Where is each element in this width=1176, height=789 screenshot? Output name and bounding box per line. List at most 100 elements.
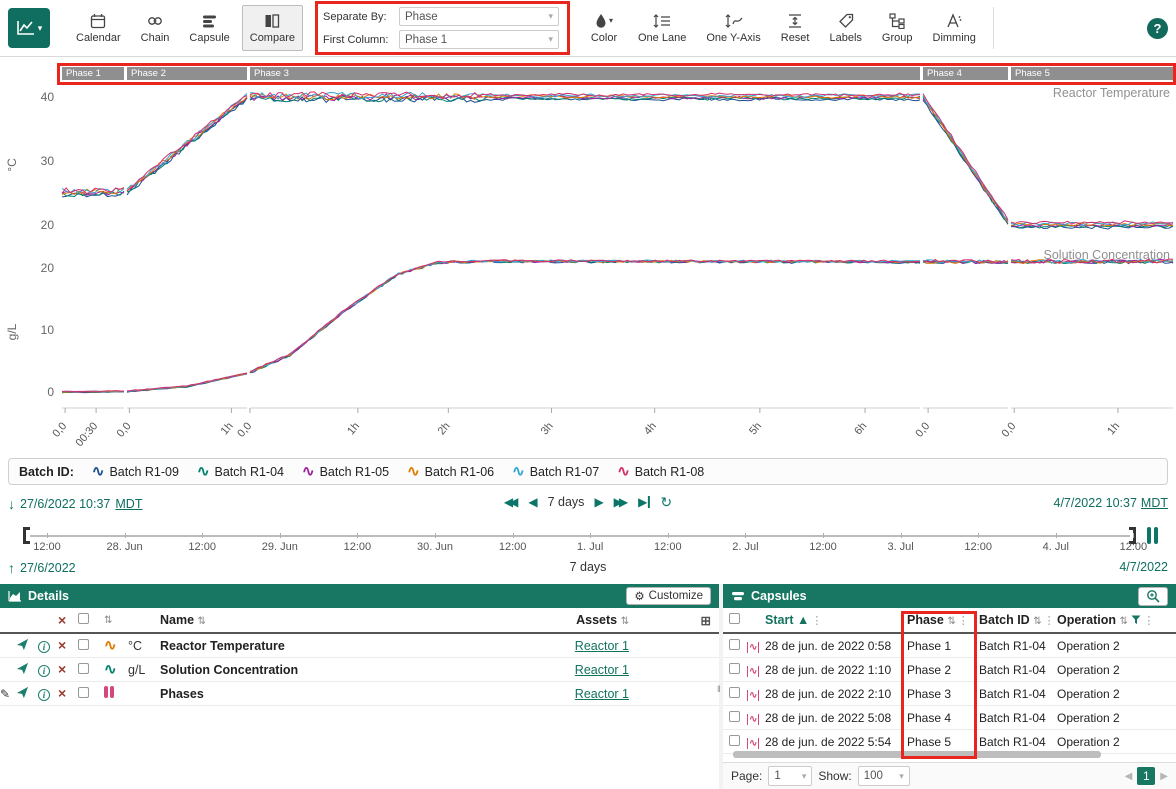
asset-link[interactable]: Reactor 1 (575, 639, 629, 653)
help-button[interactable]: ? (1147, 18, 1168, 39)
trend-chart[interactable]: Reactor TemperatureSolution Concentratio… (0, 85, 1176, 457)
capsule-checkbox[interactable] (729, 687, 740, 698)
row-checkbox[interactable] (78, 687, 89, 698)
operation-column-header[interactable]: Operation ⇅ ⋮ (1057, 613, 1176, 627)
send-icon[interactable] (16, 686, 29, 699)
step-back-fast-icon[interactable]: ◀◀ (504, 496, 518, 508)
assets-column-header[interactable]: Assets ⇅ (527, 613, 635, 627)
reset-button[interactable]: Reset (773, 5, 818, 51)
next-page-icon[interactable]: ▶ (1160, 771, 1168, 782)
start-column-header[interactable]: Start ▲⋮ (765, 613, 907, 627)
capsule-checkbox[interactable] (729, 663, 740, 674)
phase-chip-1[interactable]: Phase 1 (62, 67, 124, 80)
asset-link[interactable]: Reactor 1 (575, 663, 629, 677)
item-name: Solution Concentration (160, 663, 527, 677)
capsule-batch-id: Batch R1-04 (979, 687, 1057, 701)
timezone-link[interactable]: MDT (1141, 496, 1168, 510)
group-button[interactable]: Group (874, 5, 921, 51)
info-icon[interactable]: i (38, 689, 50, 701)
summary-end-date[interactable]: 4/7/2022 (1119, 560, 1168, 574)
phase-chip-5[interactable]: Phase 5 (1011, 67, 1173, 80)
worksheet-view-button[interactable]: ▾ (8, 8, 50, 48)
show-select[interactable]: 100▾ (858, 766, 910, 786)
step-back-icon[interactable]: ◀ (528, 496, 537, 508)
details-row[interactable]: ✎i×PhasesReactor 1 (0, 682, 719, 706)
step-forward-fast-icon[interactable]: ▶▶ (614, 496, 628, 508)
filter-icon (1131, 615, 1141, 625)
send-icon[interactable] (16, 638, 29, 651)
customize-button[interactable]: ⚙ Customize (626, 587, 711, 605)
summary-start-date[interactable]: 27/6/2022 (20, 561, 76, 575)
phase-chip-3[interactable]: Phase 3 (250, 67, 920, 80)
select-all-checkbox[interactable] (78, 613, 89, 624)
capsule-checkbox[interactable] (729, 711, 740, 722)
color-button[interactable]: ▾ Color (582, 5, 626, 51)
dimming-button[interactable]: Dimming (925, 5, 984, 51)
one-lane-icon (653, 13, 671, 29)
phase-chip-4[interactable]: Phase 4 (923, 67, 1008, 80)
range-start[interactable]: 27/6/2022 10:37 (20, 497, 110, 511)
capsule-row[interactable]: ∿28 de jun. de 2022 1:10Phase 2Batch R1-… (723, 658, 1176, 682)
legend-item[interactable]: ∿Batch R1-04 (197, 464, 284, 479)
horizontal-scrollbar[interactable] (733, 751, 1101, 758)
legend-item[interactable]: ∿Batch R1-08 (617, 464, 704, 479)
capsule-row[interactable]: ∿28 de jun. de 2022 2:10Phase 3Batch R1-… (723, 682, 1176, 706)
current-page[interactable]: 1 (1137, 767, 1155, 785)
asset-link[interactable]: Reactor 1 (575, 687, 629, 701)
timeline-left-handle[interactable] (23, 527, 30, 544)
first-column-select[interactable]: Phase 1 ▾ (399, 30, 559, 49)
svg-text:1h: 1h (219, 420, 236, 437)
legend-item[interactable]: ∿Batch R1-07 (512, 464, 599, 479)
remove-icon[interactable]: × (58, 661, 66, 677)
compare-button[interactable]: Compare (242, 5, 303, 51)
name-column-header[interactable]: Name ⇅ (160, 613, 527, 627)
capsule-row[interactable]: ∿28 de jun. de 2022 0:58Phase 1Batch R1-… (723, 634, 1176, 658)
step-to-end-icon[interactable]: ▶ (638, 496, 650, 508)
range-duration[interactable]: 7 days (548, 495, 585, 509)
capsule-time-button[interactable]: Capsule (181, 5, 237, 51)
remove-all-icon[interactable]: × (58, 613, 78, 627)
capsule-checkbox[interactable] (729, 639, 740, 650)
calendar-button[interactable]: Calendar (68, 5, 129, 51)
timeline-tick-label: 12:00 (654, 541, 682, 553)
type-sort-icon[interactable]: ⇅ (104, 615, 128, 626)
details-row[interactable]: i×∿g/LSolution ConcentrationReactor 1 (0, 658, 719, 682)
capsule-row[interactable]: ∿28 de jun. de 2022 5:08Phase 4Batch R1-… (723, 706, 1176, 730)
capsule-range-handle[interactable] (1147, 527, 1158, 544)
page-select[interactable]: 1▾ (768, 766, 812, 786)
legend-item[interactable]: ∿Batch R1-09 (92, 464, 179, 479)
capsules-select-all-checkbox[interactable] (729, 613, 740, 624)
swap-range-up-icon[interactable]: ↑ (8, 560, 15, 576)
chain-button[interactable]: Chain (133, 5, 178, 51)
phase-column-header[interactable]: Phase ⇅⋮ (907, 613, 979, 627)
remove-icon[interactable]: × (58, 685, 66, 701)
swap-range-down-icon[interactable]: ↓ (8, 496, 15, 512)
phase-chip-2[interactable]: Phase 2 (127, 67, 247, 80)
details-row[interactable]: i×∿°CReactor TemperatureReactor 1 (0, 634, 719, 658)
info-icon[interactable]: i (38, 665, 50, 677)
capsule-checkbox[interactable] (729, 735, 740, 746)
timezone-link[interactable]: MDT (115, 497, 142, 511)
one-lane-button[interactable]: One Lane (630, 5, 694, 51)
table-options-icon[interactable]: ⊞ (635, 613, 719, 628)
legend-item[interactable]: ∿Batch R1-05 (302, 464, 389, 479)
separate-by-select[interactable]: Phase ▾ (399, 7, 559, 26)
row-checkbox[interactable] (78, 639, 89, 650)
step-forward-icon[interactable]: ▶ (594, 496, 603, 508)
info-icon[interactable]: i (38, 641, 50, 653)
row-checkbox[interactable] (78, 663, 89, 674)
timeline-track[interactable] (30, 535, 1130, 537)
timeline-scrollbar[interactable]: 12:0028. Jun12:0029. Jun12:0030. Jun12:0… (0, 524, 1176, 558)
prev-page-icon[interactable]: ◀ (1125, 771, 1133, 782)
batch-id-column-header[interactable]: Batch ID ⇅⋮ (979, 613, 1057, 627)
send-icon[interactable] (16, 662, 29, 675)
refresh-icon[interactable]: ↻ (660, 495, 672, 509)
range-end[interactable]: 4/7/2022 10:37 (1054, 496, 1137, 510)
remove-icon[interactable]: × (58, 637, 66, 653)
legend-item[interactable]: ∿Batch R1-06 (407, 464, 494, 479)
pencil-icon[interactable]: ✎ (0, 687, 10, 701)
zoom-to-capsule-button[interactable] (1138, 587, 1168, 606)
labels-button[interactable]: Labels (822, 5, 870, 51)
one-y-axis-button[interactable]: One Y-Axis (698, 5, 768, 51)
timeline-tick (357, 533, 358, 538)
